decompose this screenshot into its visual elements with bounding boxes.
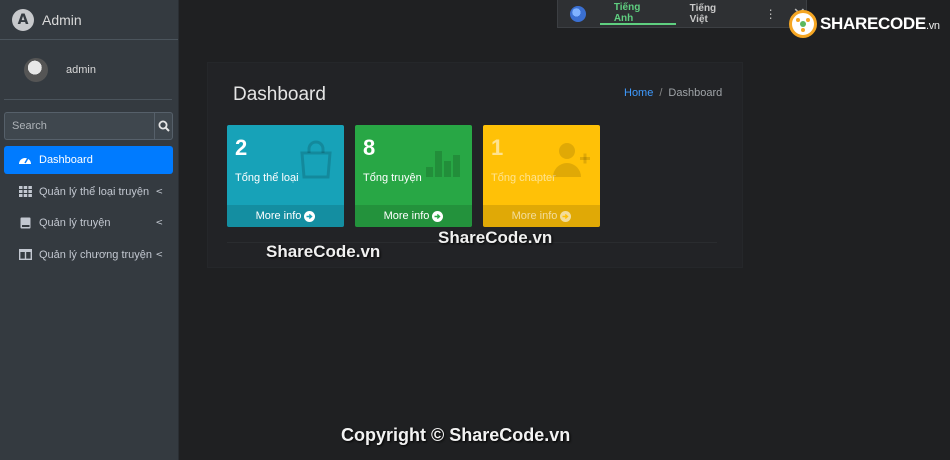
sidebar-nav: Dashboard Quản lý thể loại truyện < Quản… [4, 146, 173, 272]
dashboard-icon [18, 153, 32, 167]
translate-globe-icon [570, 5, 586, 22]
chevron-left-icon: < [155, 218, 163, 228]
sidebar-item-dashboard[interactable]: Dashboard [4, 146, 173, 174]
brand-title: Admin [42, 11, 82, 28]
box-count: 2 [235, 135, 248, 160]
bar-chart-icon [426, 151, 460, 177]
avatar[interactable] [24, 57, 48, 82]
more-info-label: More info [383, 210, 430, 222]
more-info-label: More info [511, 210, 558, 222]
box-count: 8 [363, 135, 376, 160]
box-count: 1 [491, 135, 504, 160]
chevron-left-icon: < [155, 186, 163, 197]
more-info-link[interactable]: More info [355, 205, 472, 227]
copyright-watermark: Copyright © ShareCode.vn [341, 425, 571, 445]
search-button[interactable] [154, 112, 173, 140]
box-label: Tổng thể loại [235, 172, 299, 184]
more-options-icon[interactable]: ⋮ [765, 7, 777, 21]
brand-logo-icon: A [12, 8, 34, 31]
translate-tab-english[interactable]: Tiếng Anh [599, 2, 676, 25]
breadcrumb-home-link[interactable]: Home [624, 87, 653, 99]
small-box-categories: 2 Tổng thể loại More info [227, 125, 344, 227]
user-plus-icon [553, 143, 590, 177]
small-box-chapters: 1 Tổng chapter More info [483, 125, 600, 227]
arrow-circle-right-icon [560, 210, 572, 222]
sidebar-item-label: Quản lý truyện [39, 217, 111, 229]
user-name[interactable]: admin [66, 64, 96, 76]
sidebar: A Admin admin Dashboard Quản lý thể loại… [0, 0, 179, 460]
page-title: Dashboard [233, 84, 326, 105]
arrow-circle-right-icon [432, 210, 444, 222]
sidebar-item-label: Quản lý thể loại truyện [39, 185, 150, 198]
translate-tab-vietnamese[interactable]: Tiếng Việt [676, 3, 751, 25]
columns-icon [18, 248, 32, 262]
box-label: Tổng chapter [491, 172, 556, 184]
shopping-bag-icon [300, 140, 332, 179]
chevron-left-icon: < [155, 249, 163, 260]
box-label: Tổng truyện [363, 172, 422, 184]
breadcrumb: Home / Dashboard [624, 87, 722, 99]
search-input[interactable] [4, 112, 154, 140]
book-icon [18, 216, 32, 230]
grid-icon [18, 185, 32, 199]
arrow-circle-right-icon [304, 210, 316, 222]
breadcrumb-current: Dashboard [668, 87, 723, 99]
watermark-text: ShareCode.vn [266, 242, 381, 261]
sidebar-search [4, 112, 173, 140]
sidebar-item-label: Dashboard [39, 154, 93, 166]
sharecode-logo-icon [789, 10, 817, 38]
sharecode-logo-text: SHARECODE.vn [820, 14, 940, 33]
small-box-stories: 8 Tổng truyện More info [355, 125, 472, 227]
brand-link[interactable]: A Admin [0, 0, 178, 40]
sidebar-item-categories[interactable]: Quản lý thể loại truyện < [4, 178, 173, 206]
more-info-label: More info [255, 210, 302, 222]
translate-bar: Tiếng Anh Tiếng Việt ⋮ ✕ [557, 0, 807, 28]
more-info-link[interactable]: More info [483, 205, 600, 227]
search-icon [158, 120, 170, 132]
user-panel[interactable]: admin [4, 40, 172, 100]
sidebar-item-label: Quản lý chương truyện [39, 248, 153, 261]
sidebar-item-chapters[interactable]: Quản lý chương truyện < [4, 241, 173, 269]
sidebar-item-stories[interactable]: Quản lý truyện < [4, 209, 173, 237]
more-info-link[interactable]: More info [227, 205, 344, 227]
sharecode-logo: SHARECODE.vn [789, 10, 940, 38]
watermark-text: ShareCode.vn [438, 228, 553, 247]
breadcrumb-separator: / [659, 87, 663, 99]
